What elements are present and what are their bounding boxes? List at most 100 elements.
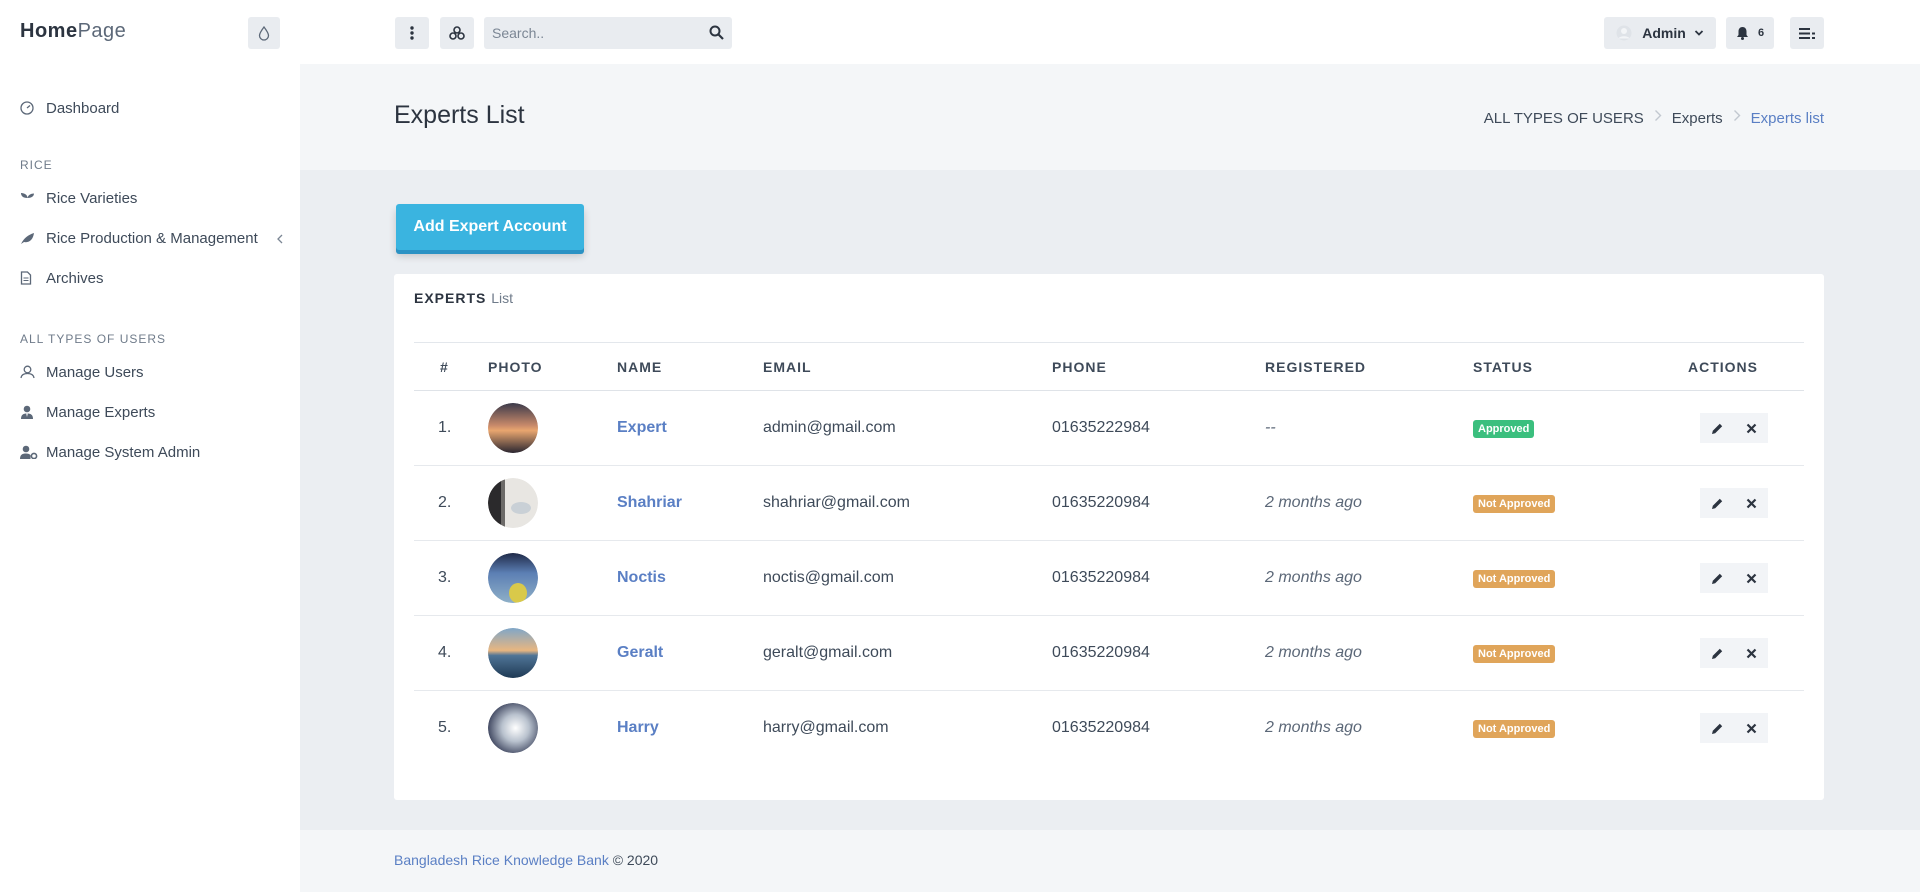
footer-org-link[interactable]: Bangladesh Rice Knowledge Bank	[394, 852, 609, 868]
edit-button[interactable]	[1700, 563, 1734, 593]
delete-button[interactable]	[1734, 488, 1768, 518]
sidebar-item-manage-users[interactable]: Manage Users	[0, 352, 300, 392]
column-header-email: EMAIL	[763, 342, 1052, 391]
close-icon	[1746, 573, 1756, 583]
delete-button[interactable]	[1734, 713, 1768, 744]
experts-card: EXPERTS List # PHOTO NAME EMAIL PHONE RE…	[394, 274, 1824, 800]
sidebar-item-label: Manage System Admin	[46, 443, 201, 461]
sidebar-item-manage-experts[interactable]: Manage Experts	[0, 392, 300, 432]
breadcrumb-item[interactable]: ALL TYPES OF USERS	[1484, 110, 1644, 127]
user-name: Admin	[1642, 25, 1686, 41]
layout-button[interactable]	[440, 17, 474, 49]
list-icon	[1799, 27, 1815, 39]
pencil-icon	[1711, 573, 1722, 584]
experts-table: # PHOTO NAME EMAIL PHONE REGISTERED STAT…	[414, 342, 1804, 766]
sidebar-item-manage-system-admin[interactable]: Manage System Admin	[0, 432, 300, 472]
expert-name-link[interactable]: Harry	[617, 719, 659, 736]
expert-email: harry@gmail.com	[763, 719, 889, 737]
user-menu-button[interactable]: Admin	[1604, 17, 1716, 49]
column-header-registered: REGISTERED	[1265, 342, 1473, 391]
registered-date: 2 months ago	[1265, 719, 1362, 737]
row-number: 4.	[414, 615, 488, 691]
edit-button[interactable]	[1700, 488, 1734, 518]
column-header-number: #	[414, 342, 488, 391]
ellipsis-vertical-icon	[410, 26, 414, 40]
row-number: 2.	[414, 465, 488, 541]
expert-email: admin@gmail.com	[763, 390, 1052, 466]
registered-date: 2 months ago	[1265, 465, 1473, 541]
breadcrumb: ALL TYPES OF USERS Experts Experts list	[1484, 109, 1824, 127]
droplet-icon	[258, 25, 270, 41]
registered-date: 2 months ago	[1265, 615, 1473, 691]
expert-phone: 01635220984	[1052, 540, 1265, 616]
edit-button[interactable]	[1700, 713, 1734, 744]
expert-name-link[interactable]: Geralt	[617, 644, 663, 661]
table-row: 4. Geralt geralt@gmail.com 01635220984 2…	[414, 615, 1804, 691]
expert-name-link[interactable]: Expert	[617, 419, 667, 436]
status-badge: Not Approved	[1473, 644, 1556, 663]
sidebar-heading-rice: RICE	[20, 158, 53, 172]
user-icon	[20, 365, 46, 379]
cubes-icon	[449, 26, 465, 40]
user-tie-icon	[20, 405, 46, 419]
registered-date: 2 months ago	[1265, 540, 1473, 616]
breadcrumb-item[interactable]: Experts	[1672, 110, 1723, 127]
column-header-name: NAME	[617, 342, 763, 391]
card-title: EXPERTS List	[414, 290, 514, 306]
search-box	[484, 17, 732, 49]
expert-email: noctis@gmail.com	[763, 540, 1052, 616]
sidebar-item-rice-varieties[interactable]: Rice Varieties	[0, 178, 300, 218]
sidebar-nav: Dashboard RICE Rice Varieties Rice Produ…	[0, 88, 300, 472]
expert-email: geralt@gmail.com	[763, 615, 1052, 691]
notifications-button[interactable]: 6	[1726, 17, 1774, 49]
table-header-row: # PHOTO NAME EMAIL PHONE REGISTERED STAT…	[414, 342, 1804, 391]
page-title: Experts List	[394, 101, 525, 129]
registered-date: --	[1265, 390, 1473, 466]
sidebar-item-label: Manage Experts	[46, 403, 156, 421]
expert-photo	[488, 628, 538, 678]
chevron-right-icon	[1654, 109, 1662, 127]
chevron-left-icon	[276, 231, 284, 248]
expert-photo	[488, 703, 538, 754]
search-input[interactable]	[484, 17, 694, 49]
close-icon	[1746, 423, 1756, 433]
close-icon	[1746, 648, 1756, 658]
sidebar-options-button[interactable]	[395, 17, 429, 49]
sidebar-heading-users: ALL TYPES OF USERS	[20, 332, 167, 346]
row-number: 5.	[438, 719, 452, 737]
theme-toggle-button[interactable]	[248, 17, 280, 49]
sidebar-item-rice-production[interactable]: Rice Production & Management	[0, 218, 300, 258]
sidebar: HomePage Dashboard RICE Rice Varieties R…	[0, 0, 300, 892]
seedling-icon	[20, 192, 46, 205]
delete-button[interactable]	[1734, 638, 1768, 668]
sidebar-item-dashboard[interactable]: Dashboard	[0, 88, 300, 128]
brand-logo[interactable]: HomePage	[20, 20, 126, 43]
delete-button[interactable]	[1734, 563, 1768, 593]
edit-button[interactable]	[1700, 413, 1734, 443]
delete-button[interactable]	[1734, 413, 1768, 443]
pencil-icon	[1711, 723, 1722, 734]
user-avatar-icon	[1616, 25, 1632, 41]
footer-copyright: © 2020	[612, 852, 659, 868]
notification-count: 6	[1757, 27, 1765, 39]
status-badge: Not Approved	[1473, 494, 1556, 513]
sidebar-item-label: Dashboard	[46, 99, 120, 117]
dashboard-icon	[20, 101, 46, 115]
sidebar-item-label: Archives	[46, 269, 104, 287]
sidebar-item-archives[interactable]: Archives	[0, 258, 300, 298]
sidebar-item-label: Rice Varieties	[46, 189, 138, 207]
close-icon	[1746, 498, 1756, 508]
row-number: 1.	[414, 390, 488, 466]
edit-button[interactable]	[1700, 638, 1734, 668]
add-expert-account-button[interactable]: Add Expert Account	[396, 204, 584, 250]
pencil-icon	[1711, 498, 1722, 509]
chevron-down-icon	[1694, 30, 1703, 36]
expert-photo	[488, 478, 538, 528]
expert-name-link[interactable]: Shahriar	[617, 494, 682, 511]
expert-name-link[interactable]: Noctis	[617, 569, 666, 586]
side-overlay-button[interactable]	[1790, 17, 1824, 49]
page-header: Experts List ALL TYPES OF USERS Experts …	[300, 64, 1920, 170]
pencil-icon	[1711, 423, 1722, 434]
footer-text: Bangladesh Rice Knowledge Bank © 2020	[394, 852, 658, 868]
search-icon[interactable]	[709, 25, 724, 45]
